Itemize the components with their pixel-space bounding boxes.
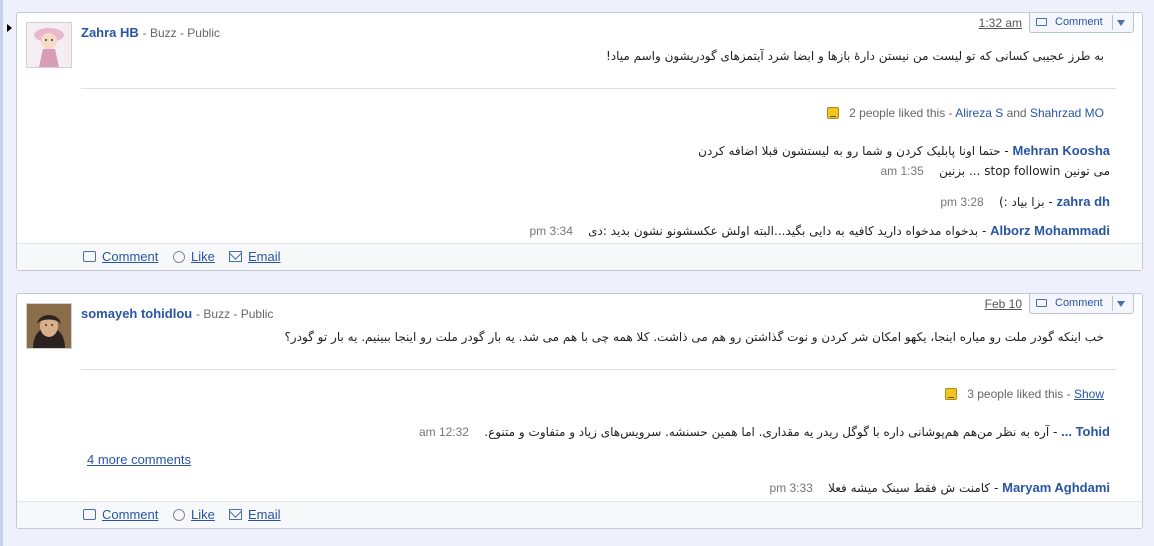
buzz-post-card: somayeh tohidlou - Buzz - Public Feb 10 …	[16, 293, 1143, 529]
comment-button-label: Comment	[1055, 297, 1103, 309]
liker-link[interactable]: Shahrzad MO	[1030, 106, 1104, 120]
comment-item-line2: می تونین stop followin ... بزنین 1:35 am	[880, 164, 1110, 178]
post-timestamp-link[interactable]: 1:32 am	[979, 16, 1022, 30]
post-meta: - Buzz - Public	[196, 307, 274, 321]
email-icon	[229, 251, 242, 262]
comment-text-line2: می تونین stop followin ... بزنین	[939, 164, 1110, 178]
post-divider	[81, 88, 1116, 89]
likes-summary: 3 people liked this - Show	[945, 387, 1104, 401]
comment-author-link[interactable]: Mehran Koosha	[1012, 143, 1110, 158]
comment-author-link[interactable]: Alborz Mohammadi	[990, 223, 1110, 238]
author-name-link[interactable]: somayeh tohidlou	[81, 306, 192, 321]
post-body: به طرز عجیبی کسانی که تو لیست من نیستن د…	[605, 49, 1104, 63]
comment-item: zahra dh - بزا بیاد :) 3:28 pm	[940, 194, 1110, 209]
comment-icon	[83, 251, 96, 262]
likes-count-text: 2 people liked this -	[849, 106, 956, 120]
comment-dropdown-button[interactable]: Comment	[1029, 13, 1134, 33]
comment-icon	[1036, 299, 1047, 307]
email-icon	[229, 509, 242, 520]
comment-timestamp: 3:28 pm	[940, 195, 984, 209]
comment-timestamp: 12:32 am	[418, 425, 469, 439]
buzz-post-card: Zahra HB - Buzz - Public 1:32 am Comment…	[16, 12, 1143, 271]
comment-icon	[1036, 18, 1047, 26]
like-action-link[interactable]: Like	[191, 249, 215, 264]
like-smiley-icon	[827, 107, 840, 119]
comment-button-label: Comment	[1055, 16, 1103, 28]
comment-item: Alborz Mohammadi - بدخواه مدخواه دارید ک…	[530, 223, 1111, 238]
post-meta: - Buzz - Public	[142, 26, 220, 40]
more-comments-link[interactable]: 4 more comments	[87, 452, 191, 467]
current-item-pointer-icon	[7, 24, 12, 32]
likes-count-text: 3 people liked this -	[967, 387, 1074, 401]
avatar-photo-image	[27, 304, 71, 348]
comment-author-link[interactable]: zahra dh	[1057, 194, 1110, 209]
comment-timestamp: 3:33 pm	[769, 481, 813, 495]
comment-author-link[interactable]: Tohid ...	[1061, 424, 1110, 439]
post-actions-bar: Comment Like Email	[17, 243, 1142, 270]
email-action-link[interactable]: Email	[248, 249, 281, 264]
comment-item: Mehran Koosha - حتما اونا پابلیک کردن و …	[698, 143, 1110, 158]
post-header: somayeh tohidlou - Buzz - Public	[81, 306, 273, 321]
post-divider	[81, 369, 1116, 370]
comment-author-link[interactable]: Maryam Aghdami	[1002, 480, 1110, 495]
post-header: Zahra HB - Buzz - Public	[81, 25, 220, 40]
email-action-link[interactable]: Email	[248, 507, 281, 522]
post-actions-bar: Comment Like Email	[17, 501, 1142, 528]
button-separator	[1112, 296, 1113, 311]
comment-icon	[83, 509, 96, 520]
avatar-doll-image	[27, 23, 71, 67]
comment-timestamp: 1:35 am	[880, 164, 924, 178]
comment-text: - بدخواه مدخواه دارید کافیه به دایی بگید…	[588, 224, 991, 238]
post-timestamp-link[interactable]: Feb 10	[985, 297, 1022, 311]
button-separator	[1112, 15, 1113, 30]
chevron-down-icon[interactable]	[1117, 20, 1125, 26]
chevron-down-icon[interactable]	[1117, 301, 1125, 307]
comment-action-link[interactable]: Comment	[102, 507, 158, 522]
avatar[interactable]	[26, 303, 72, 349]
comment-text: - بزا بیاد :)	[998, 195, 1057, 209]
comment-dropdown-button[interactable]: Comment	[1029, 294, 1134, 314]
comment-text: - آره به نظر من‌هم هم‌پوشانی داره با گوگ…	[484, 425, 1062, 439]
like-icon	[173, 251, 185, 263]
likes-summary: 2 people liked this - Alireza S and Shah…	[827, 106, 1104, 120]
comment-timestamp: 3:34 pm	[529, 224, 573, 238]
likes-and-text: and	[1003, 106, 1030, 120]
post-body: خب اینکه گودر ملت رو میاره اینجا، یکهو ا…	[284, 330, 1104, 344]
liker-link[interactable]: Alireza S	[955, 106, 1003, 120]
author-name-link[interactable]: Zahra HB	[81, 25, 139, 40]
like-action-link[interactable]: Like	[191, 507, 215, 522]
avatar[interactable]	[26, 22, 72, 68]
left-scroll-rule	[0, 0, 3, 546]
comment-item: Maryam Aghdami - کامنت ش فقط سینک میشه ف…	[769, 480, 1110, 495]
comment-action-link[interactable]: Comment	[102, 249, 158, 264]
show-likers-link[interactable]: Show	[1074, 387, 1104, 401]
comment-text: - حتما اونا پابلیک کردن و شما رو به لیست…	[698, 144, 1013, 158]
comment-item: Tohid ... - آره به نظر من‌هم هم‌پوشانی د…	[419, 424, 1110, 439]
like-icon	[173, 509, 185, 521]
like-smiley-icon	[945, 388, 958, 400]
comment-text: - کامنت ش فقط سینک میشه فعلا	[828, 481, 1003, 495]
